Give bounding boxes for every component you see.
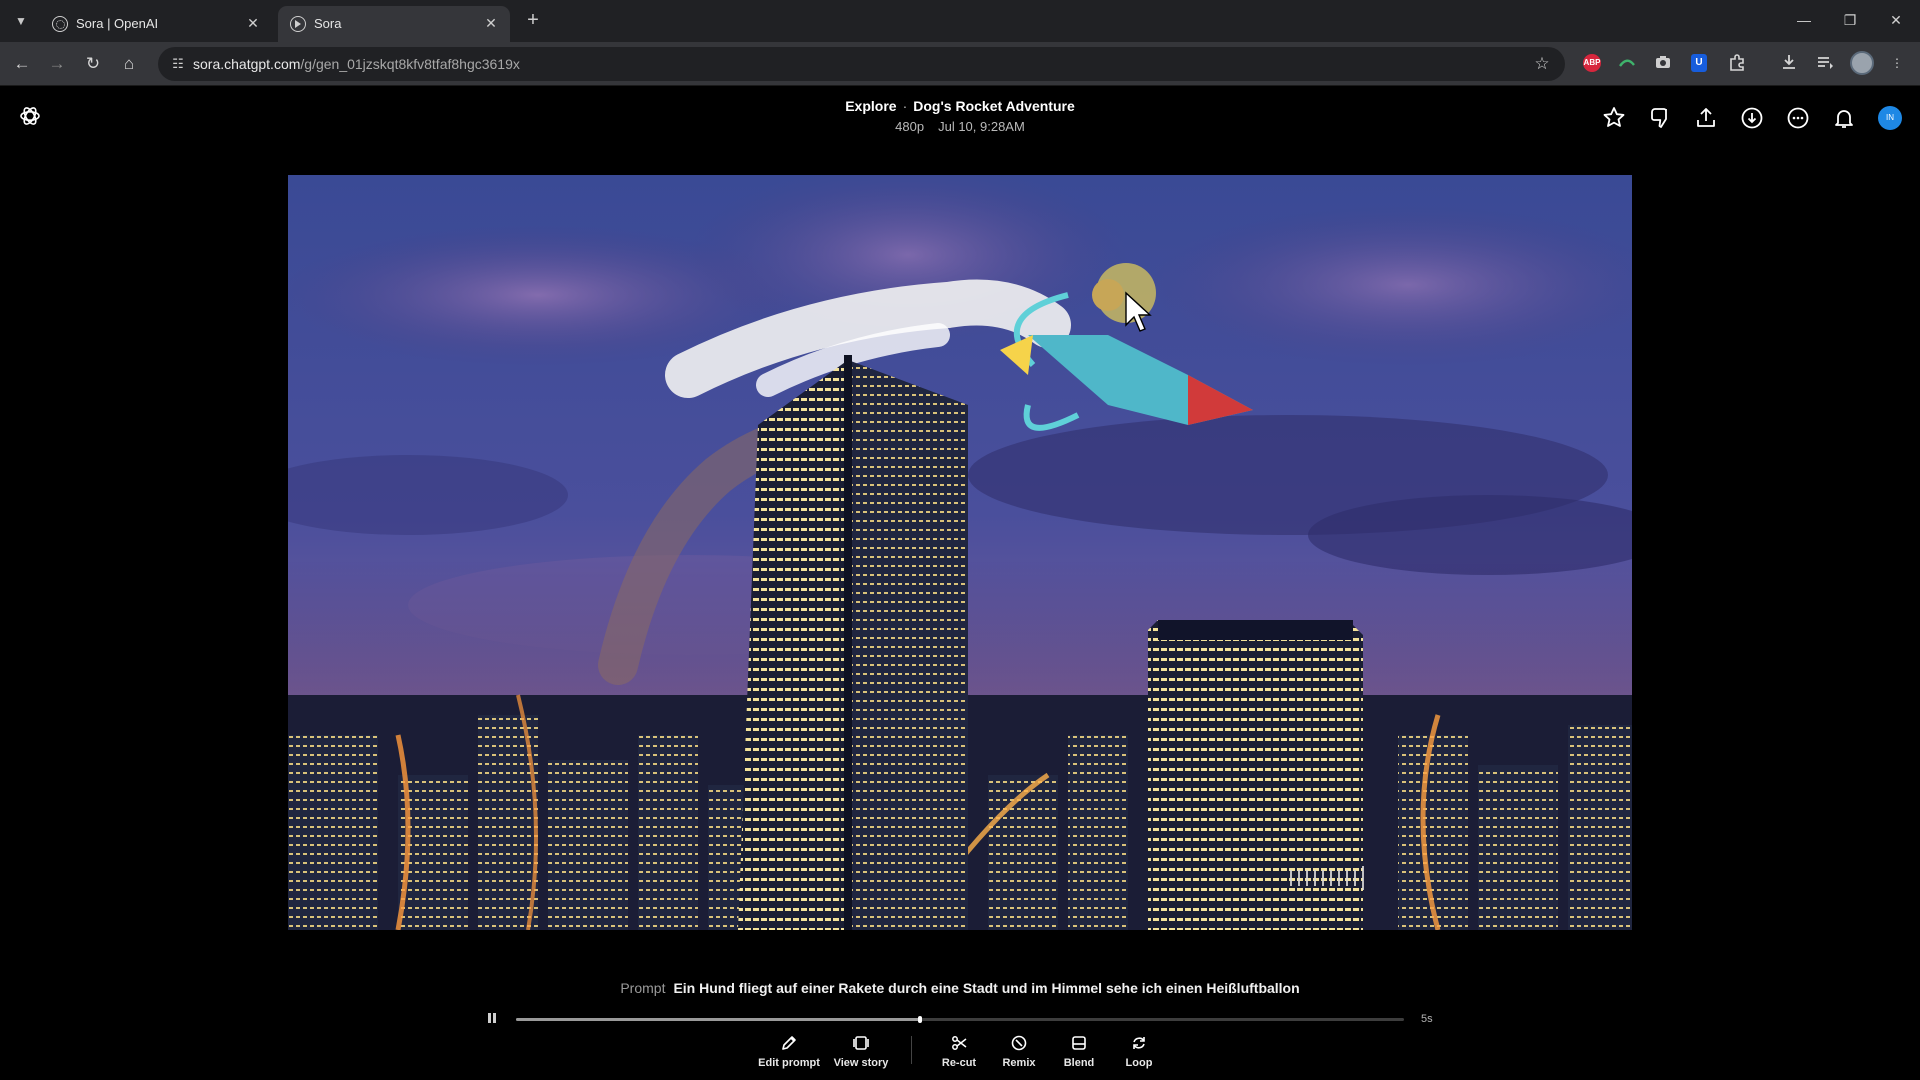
url-text: sora.chatgpt.com/g/gen_01jzskqt8kfv8tfaf… <box>193 56 520 72</box>
view-story-button[interactable]: View story <box>826 1034 896 1069</box>
site-info-icon[interactable]: ☷ <box>170 56 186 72</box>
new-tab-plus-icon[interactable]: + <box>520 8 546 34</box>
page-title: Explore · Dog's Rocket Adventure <box>0 98 1920 114</box>
storyboard-icon <box>853 1036 869 1050</box>
user-avatar[interactable]: IN <box>1878 106 1902 130</box>
video-player[interactable] <box>288 175 1632 930</box>
pause-icon[interactable] <box>487 1012 497 1026</box>
playback-timeline[interactable] <box>516 1016 1404 1023</box>
camera-icon[interactable] <box>1652 52 1674 74</box>
browser-tab-sora-openai[interactable]: Sora | OpenAI ✕ <box>40 6 272 42</box>
action-label: View story <box>833 1057 889 1069</box>
browser-tab-sora[interactable]: Sora ✕ <box>278 6 510 42</box>
remix-icon <box>1011 1035 1027 1051</box>
tab-search-chevron-icon[interactable]: ▼ <box>10 10 32 32</box>
pencil-icon <box>782 1036 796 1050</box>
timeline-progress <box>516 1018 921 1021</box>
browser-menu-kebab-icon[interactable]: ⋮ <box>1886 52 1908 74</box>
tab-title: Sora <box>314 16 342 31</box>
breadcrumb-explore[interactable]: Explore <box>845 98 896 114</box>
bookmark-star-icon[interactable]: ☆ <box>1531 53 1553 75</box>
action-label: Edit prompt <box>758 1057 820 1069</box>
share-upload-icon[interactable] <box>1693 105 1719 131</box>
green-extension-icon[interactable] <box>1616 52 1638 74</box>
browser-tab-bar: ▼ Sora | OpenAI ✕ Sora ✕ + — ❐ ✕ <box>0 0 1920 42</box>
restore-window-icon[interactable]: ❐ <box>1832 6 1868 34</box>
back-arrow-icon[interactable]: ← <box>9 51 35 77</box>
loop-button[interactable]: Loop <box>1104 1034 1174 1069</box>
notifications-bell-icon[interactable] <box>1831 105 1857 131</box>
breadcrumb-separator: · <box>902 98 908 114</box>
reload-icon[interactable]: ↻ <box>80 51 106 77</box>
duration-label: 5s <box>1421 1013 1433 1025</box>
video-title: Dog's Rocket Adventure <box>913 98 1075 114</box>
timestamp-label: Jul 10, 9:28AM <box>938 119 1025 134</box>
url-path: /g/gen_01jzskqt8kfv8tfaf8hgc3619x <box>300 56 520 72</box>
home-icon[interactable]: ⌂ <box>116 51 142 77</box>
close-window-icon[interactable]: ✕ <box>1878 6 1914 34</box>
download-circle-icon[interactable] <box>1739 105 1765 131</box>
prompt-text: Ein Hund fliegt auf einer Rakete durch e… <box>673 980 1300 996</box>
browser-profile-avatar[interactable] <box>1850 51 1874 75</box>
favorite-star-icon[interactable] <box>1601 105 1627 131</box>
more-options-icon[interactable] <box>1785 105 1811 131</box>
resolution-label: 480p <box>895 119 925 134</box>
tab-title: Sora | OpenAI <box>76 16 159 31</box>
scissors-icon <box>952 1036 967 1050</box>
action-divider <box>911 1036 912 1064</box>
download-icon[interactable] <box>1778 52 1800 74</box>
puzzle-extensions-icon[interactable] <box>1726 52 1748 74</box>
url-host: sora.chatgpt.com <box>193 56 301 72</box>
video-frame <box>288 175 1632 930</box>
action-label: Loop <box>1125 1057 1153 1069</box>
play-favicon-icon <box>290 16 306 32</box>
media-controls-icon[interactable] <box>1814 52 1836 74</box>
close-tab-icon[interactable]: ✕ <box>482 14 500 32</box>
openai-favicon-icon <box>52 16 68 32</box>
thumbs-down-icon[interactable] <box>1647 105 1673 131</box>
forward-arrow-icon[interactable]: → <box>44 51 70 77</box>
minimize-window-icon[interactable]: — <box>1786 6 1822 34</box>
blend-icon <box>1072 1036 1086 1050</box>
bitwarden-icon[interactable]: U <box>1691 54 1707 72</box>
adblock-plus-icon[interactable]: ABP <box>1583 54 1601 72</box>
loop-icon <box>1133 1037 1145 1049</box>
video-meta: 480p Jul 10, 9:28AM <box>0 119 1920 134</box>
prompt-row: Prompt Ein Hund fliegt auf einer Rakete d… <box>0 980 1920 996</box>
address-bar[interactable]: ☷ sora.chatgpt.com/g/gen_01jzskqt8kfv8tf… <box>158 47 1565 81</box>
edit-prompt-button[interactable]: Edit prompt <box>754 1034 824 1069</box>
close-tab-icon[interactable]: ✕ <box>244 14 262 32</box>
timeline-scrubber[interactable] <box>918 1016 923 1023</box>
prompt-label: Prompt <box>620 980 666 996</box>
